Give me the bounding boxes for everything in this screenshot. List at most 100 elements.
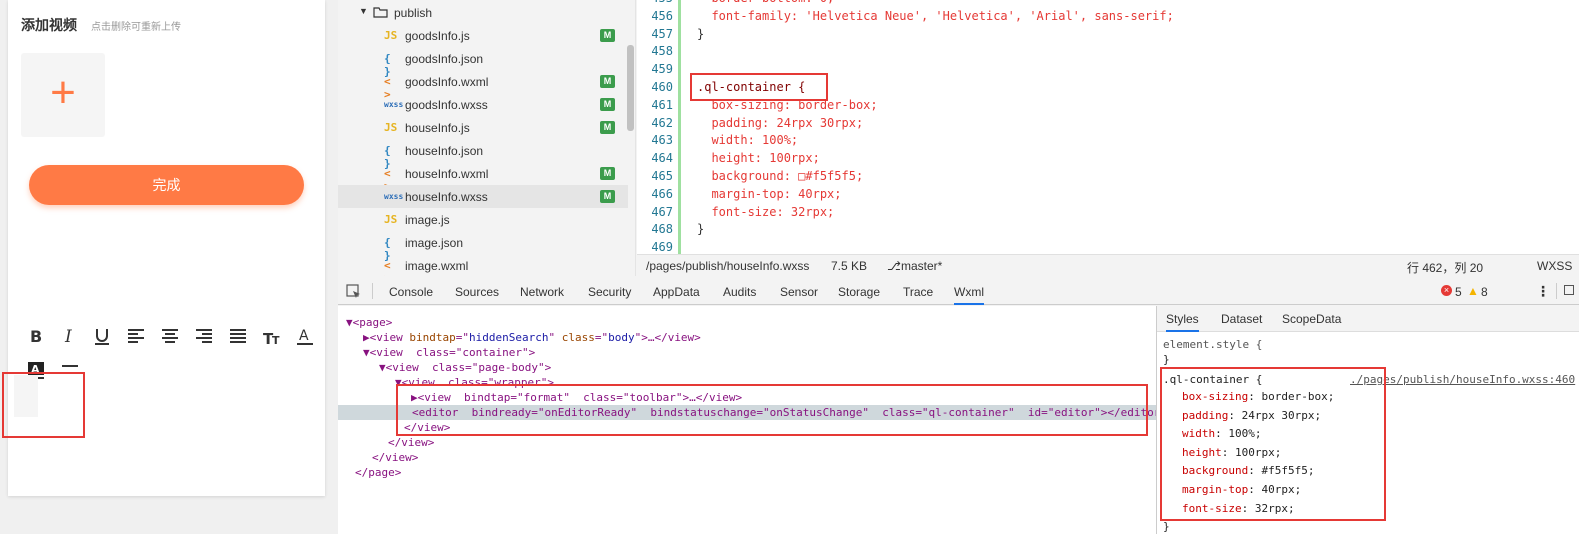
file-name: houseInfo.js [405,121,470,135]
code-text: font-family: 'Helvetica Neue', 'Helvetic… [697,8,1174,23]
code-text: } [697,26,705,41]
dock-icon[interactable] [1564,285,1574,295]
text-size-icon[interactable]: TT [260,324,284,348]
line-number: 464 [651,151,673,166]
modified-badge: M [600,29,615,42]
tab-console[interactable]: Console [389,285,433,299]
wxml-node-page[interactable]: ▼<page> [346,315,392,330]
tab-dataset[interactable]: Dataset [1221,312,1262,326]
scrollbar[interactable] [627,45,634,131]
align-justify-icon[interactable] [226,324,250,348]
file-item[interactable]: JS goodsInfo.js M [338,24,628,47]
status-bar: /pages/publish/houseInfo.wxss 7.5 KB ⎇ m… [637,254,1579,276]
file-item[interactable]: JS houseInfo.js M [338,116,628,139]
warning-count[interactable]: 8 [1481,285,1488,299]
font-color-icon[interactable]: A [293,324,317,348]
underline-icon[interactable] [90,324,114,348]
styles-tabbar: Styles Dataset ScopeData [1157,306,1579,332]
file-name: goodsInfo.wxss [405,98,488,112]
cursor-position[interactable]: 行 462，列 20 [1407,259,1483,276]
line-number: 459 [651,62,673,77]
file-type-icon: wxss [384,192,404,201]
tab-sources[interactable]: Sources [455,285,499,299]
page-title: 添加视频 [21,17,77,33]
file-name: goodsInfo.wxml [405,75,489,89]
file-item[interactable]: < > goodsInfo.wxml M [338,70,628,101]
divider [1556,283,1557,299]
file-type-icon: JS [384,213,398,226]
file-item[interactable]: wxss houseInfo.wxss M [338,185,628,208]
svg-text:I: I [64,327,72,346]
file-item[interactable]: { } houseInfo.json [338,139,628,170]
wxml-node-container[interactable]: ▼<view class="container"> [363,345,535,360]
tab-trace[interactable]: Trace [903,285,933,299]
inspect-icon[interactable] [346,284,362,300]
file-item[interactable]: JS image.js [338,208,628,231]
code-text: border-bottom: 0; [697,0,834,5]
modified-badge: M [600,167,615,180]
line-number: 466 [651,186,673,201]
line-number: 455 [637,0,673,5]
folder-icon [373,7,388,18]
language-mode[interactable]: WXSS [1537,259,1572,273]
svg-text:T: T [272,334,280,346]
line-number: 461 [651,97,673,112]
file-name: image.wxml [405,259,469,273]
tab-appdata[interactable]: AppData [653,285,700,299]
line-number: 468 [651,222,673,237]
align-left-icon[interactable] [124,324,148,348]
tab-security[interactable]: Security [588,285,631,299]
file-item[interactable]: < > image.wxml [338,254,628,276]
file-type-icon: < > [384,259,391,276]
code-text: margin-top: 40rpx; [697,186,842,201]
file-item[interactable]: < >houseInfo.wxmlM [338,162,628,193]
align-right-icon[interactable] [192,324,216,348]
code-text: background: □#f5f5f5; [697,169,864,183]
wxml-close-view: </view> [388,436,435,449]
file-name: goodsInfo.js [405,29,470,43]
file-item[interactable]: { } image.json [338,231,628,262]
line-number: 467 [651,204,673,219]
branch-name[interactable]: master* [901,259,942,273]
error-count[interactable]: 5 [1455,285,1462,299]
wxml-node-body[interactable]: ▶<view bindtap="hiddenSearch" class="bod… [363,330,701,345]
code-editor[interactable]: 455 border-bottom: 0; 456 font-family: 'H… [637,0,1579,254]
wxml-node-page-body[interactable]: ▼<view class="page-body"> [379,360,551,375]
tab-scopedata[interactable]: ScopeData [1282,312,1341,326]
wxml-tree: ▼<page> ▶<view bindtap="hiddenSearch" cl… [338,306,1167,534]
error-icon: × [1441,285,1452,296]
align-center-icon[interactable] [158,324,182,348]
modified-badge: M [600,98,615,111]
tab-sensor[interactable]: Sensor [780,285,818,299]
chevron-down-icon: ▼ [359,6,368,16]
add-video-button[interactable]: + [21,53,105,137]
more-icon[interactable]: ⋮ [1536,283,1550,300]
branch-icon: ⎇ [887,259,901,273]
highlight-box [690,73,828,101]
code-text: width: 100%; [697,133,799,148]
tab-network[interactable]: Network [520,285,564,299]
folder-label: publish [394,6,433,20]
file-item[interactable]: wxss goodsInfo.wxss M [338,93,628,116]
code-text: } [697,222,705,237]
file-item[interactable]: { } goodsInfo.json [338,47,628,78]
modified-badge: M [600,121,615,134]
italic-icon[interactable]: I [57,324,81,348]
code-text: font-size: 32rpx; [697,204,835,219]
line-number: 465 [651,169,673,183]
file-tree: ▼ publish JS goodsInfo.js M { } goodsInfo.js… [338,0,636,276]
tab-storage[interactable]: Storage [838,285,880,299]
done-button[interactable]: 完成 [29,165,304,205]
line-number: 457 [651,26,673,41]
tab-wxml[interactable]: Wxml [954,285,984,305]
line-number: 463 [651,133,673,148]
highlight-box [396,384,1148,436]
tab-audits[interactable]: Audits [723,285,756,299]
file-name: houseInfo.wxss [405,190,488,204]
folder-publish[interactable]: ▼ publish [338,1,628,24]
element-style-rule: element.style { [1163,338,1263,351]
bold-icon[interactable]: B [24,324,48,348]
file-name: houseInfo.wxml [405,167,489,181]
tab-styles[interactable]: Styles [1166,312,1199,332]
line-number: 462 [651,115,673,130]
